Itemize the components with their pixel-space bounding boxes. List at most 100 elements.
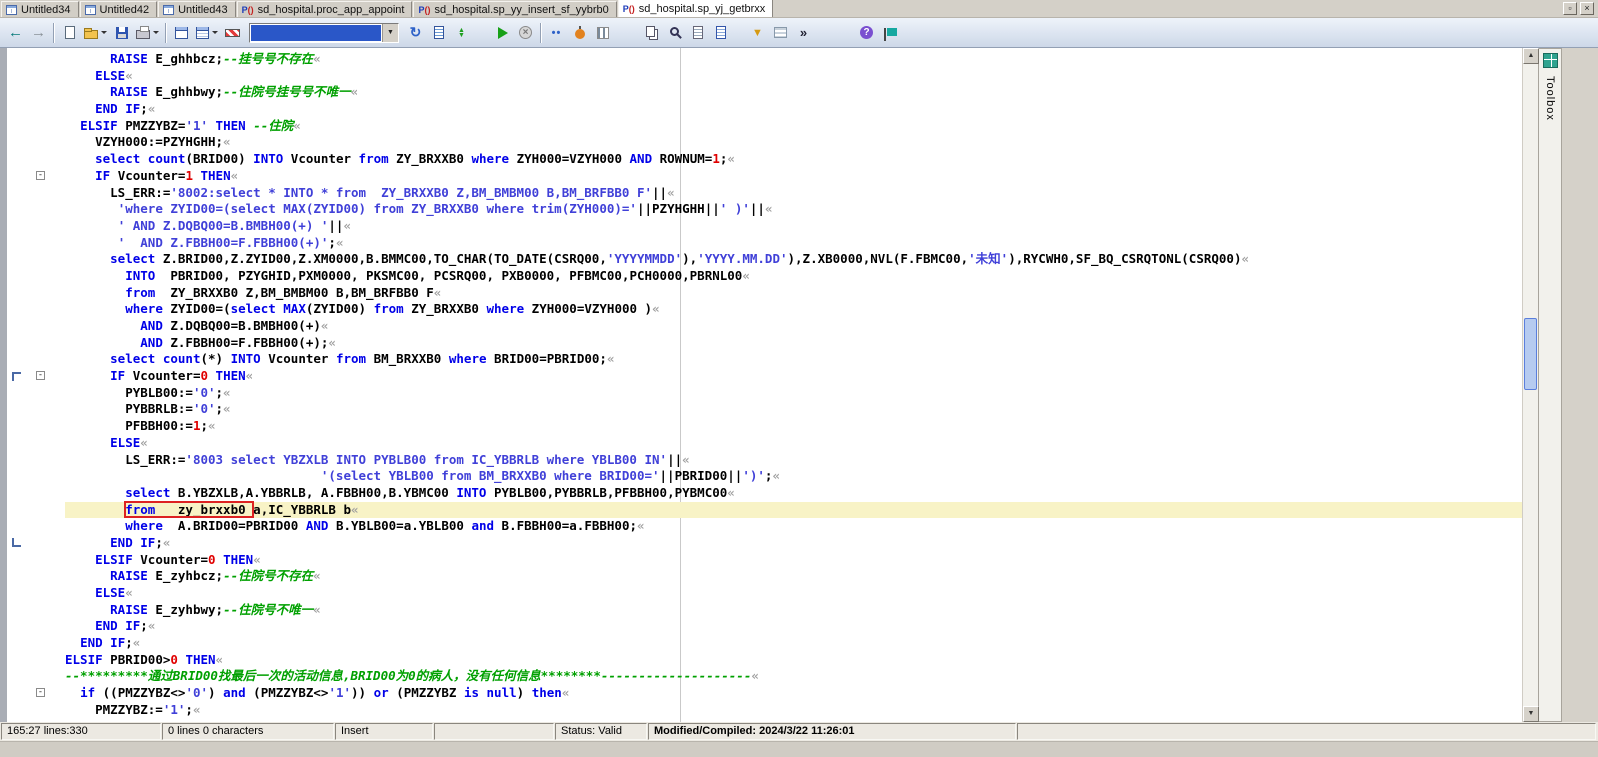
code-line[interactable]: END IF;« xyxy=(7,618,1522,635)
code-line[interactable]: LS_ERR:='8003 select YBZXLB INTO PYBLB00… xyxy=(7,452,1522,469)
code-line[interactable]: AND Z.DQBQ00=B.BMBH00(+)« xyxy=(7,318,1522,335)
current-code-line[interactable]: from zy_brxxb0 a,IC_YBBRLB b« xyxy=(7,500,1522,519)
code-line[interactable]: ' AND Z.DQBQ00=B.BMBH00(+) '||« xyxy=(7,218,1522,235)
fetch-all-button[interactable] xyxy=(769,22,792,44)
code-line[interactable]: - IF Vcounter=0 THEN« xyxy=(7,368,1522,385)
code-line[interactable]: select count(BRID00) INTO Vcounter from … xyxy=(7,151,1522,168)
code-line[interactable]: END IF;« xyxy=(7,535,1522,552)
code-line[interactable]: END IF;« xyxy=(7,101,1522,118)
code-line[interactable]: select Z.BRID00,Z.ZYID00,Z.XM0000,B.BMMC… xyxy=(7,251,1522,268)
code-line[interactable]: ELSE« xyxy=(7,435,1522,452)
statusbar-filler xyxy=(1017,723,1596,740)
code-line[interactable]: 'where ZYID00=(select MAX(ZYID00) from Z… xyxy=(7,201,1522,218)
code-line[interactable]: RAISE E_ghhbcz;--挂号号不存在« xyxy=(7,51,1522,68)
code-editor[interactable]: RAISE E_ghhbcz;--挂号号不存在« ELSE« RAISE E_g… xyxy=(7,48,1522,722)
code-line[interactable]: --*********通过BRID00找最后一次的活动信息,BRID00为0的病… xyxy=(7,668,1522,685)
code-line[interactable]: from ZY_BRXXB0 Z,BM_BMBM00 B,BM_BRFBB0 F… xyxy=(7,285,1522,302)
save-button[interactable] xyxy=(110,22,133,44)
code-line[interactable]: ' AND Z.FBBH00=F.FBBH00(+)';« xyxy=(7,235,1522,252)
breakpoint-button[interactable] xyxy=(545,22,568,44)
code-line[interactable]: select count(*) INTO Vcounter from BM_BR… xyxy=(7,351,1522,368)
auto-refresh-button[interactable] xyxy=(450,22,473,44)
code-token: E_zyhbwy; xyxy=(147,601,224,617)
code-line[interactable]: VZYH000:=PZYHGHH;« xyxy=(7,134,1522,151)
help-button[interactable] xyxy=(855,22,878,44)
code-token: INTO xyxy=(456,484,487,500)
abort-button[interactable] xyxy=(568,22,591,44)
sql-sheet-icon xyxy=(433,26,444,39)
sql-window-button[interactable] xyxy=(170,22,193,44)
fold-toggle-icon[interactable]: - xyxy=(36,371,45,381)
code-line-text: LS_ERR:='8003 select YBZXLB INTO PYBLB00… xyxy=(65,452,1522,469)
columns-button[interactable] xyxy=(591,22,614,44)
sql-sheet-button[interactable] xyxy=(427,22,450,44)
code-line[interactable]: ELSIF PMZZYBZ='1' THEN --住院« xyxy=(7,118,1522,135)
vertical-scrollbar[interactable]: ▲ ▼ xyxy=(1522,48,1539,722)
tab-Untitled34[interactable]: Untitled34 xyxy=(1,1,79,17)
code-line[interactable]: PMZZYBZ:='1';« xyxy=(7,702,1522,719)
tab-Untitled42[interactable]: Untitled42 xyxy=(79,1,158,17)
scroll-thumb[interactable] xyxy=(1524,318,1537,390)
code-line[interactable]: PYBLB00:='0';« xyxy=(7,385,1522,402)
code-line[interactable]: select B.YBZXLB,A.YBBRLB, A.FBBH00,B.YBM… xyxy=(7,485,1522,502)
fold-toggle-icon[interactable]: - xyxy=(36,688,45,698)
new-file-button[interactable] xyxy=(58,22,81,44)
code-line[interactable]: ELSE« xyxy=(7,585,1522,602)
code-line-text: select count(*) INTO Vcounter from BM_BR… xyxy=(65,351,1522,368)
code-line[interactable]: where A.BRID00=PBRID00 AND B.YBLB00=a.YB… xyxy=(7,518,1522,535)
describe-button[interactable] xyxy=(686,22,709,44)
code-line[interactable]: RAISE E_zyhbcz;--住院号不存在« xyxy=(7,568,1522,585)
more-commands-button[interactable] xyxy=(792,22,815,44)
code-line[interactable]: INTO PBRID00, PZYGHID,PXM0000, PKSMC00, … xyxy=(7,268,1522,285)
refresh-button[interactable] xyxy=(404,22,427,44)
window-list-button[interactable] xyxy=(193,22,221,44)
chevron-down-icon[interactable]: ▼ xyxy=(382,23,398,42)
back-button[interactable] xyxy=(4,22,27,44)
code-line[interactable]: LS_ERR:='8002:select * INTO * from ZY_BR… xyxy=(7,185,1522,202)
forward-icon xyxy=(31,24,46,41)
scroll-down-button[interactable]: ▼ xyxy=(1523,706,1539,722)
break-button[interactable] xyxy=(514,22,537,44)
copy-button[interactable] xyxy=(640,22,663,44)
forward-button[interactable] xyxy=(27,22,50,44)
fetch-next-button[interactable] xyxy=(746,22,769,44)
fold-toggle-icon[interactable]: - xyxy=(36,170,45,180)
code-line[interactable]: ELSE« xyxy=(7,68,1522,85)
code-line[interactable]: - if ((PMZZYBZ<>'0') and (PMZZYBZ<>'1'))… xyxy=(7,685,1522,702)
code-line[interactable]: PYBBRLB:='0';« xyxy=(7,401,1522,418)
tab-sd_hospital.proc_app_appoint[interactable]: P() sd_hospital.proc_app_appoint xyxy=(236,1,413,17)
print-button[interactable] xyxy=(133,22,162,44)
code-line[interactable]: AND Z.FBBH00=F.FBBH00(+);« xyxy=(7,335,1522,352)
toolbox-panel-tab[interactable]: Toolbox xyxy=(1538,48,1562,722)
restore-window-button[interactable]: ▫ xyxy=(1563,2,1577,15)
code-line[interactable]: RAISE E_ghhbwy;--住院号挂号号不唯一« xyxy=(7,84,1522,101)
code-token: || xyxy=(667,451,683,467)
tab-Untitled43[interactable]: Untitled43 xyxy=(158,1,236,17)
code-line[interactable]: ELSIF PBRID00>0 THEN« xyxy=(7,652,1522,669)
execute-button[interactable] xyxy=(491,22,514,44)
no-connection-button[interactable] xyxy=(221,22,244,44)
search-button[interactable] xyxy=(663,22,686,44)
gutter-marker-cell xyxy=(7,668,29,685)
code-line[interactable]: ELSIF Vcounter=0 THEN« xyxy=(7,552,1522,569)
code-line[interactable]: END IF;« xyxy=(7,635,1522,652)
tab-sd_hospital.sp_yy_insert_sf_yybrb0[interactable]: P() sd_hospital.sp_yy_insert_sf_yybrb0 xyxy=(413,1,617,17)
code-line[interactable]: PFBBH00:=1;« xyxy=(7,418,1522,435)
tab-sd_hospital.sp_yj_getbrxx[interactable]: P() sd_hospital.sp_yj_getbrxx xyxy=(617,0,774,17)
explain-button[interactable] xyxy=(709,22,732,44)
beautifier-button[interactable] xyxy=(878,22,901,44)
code-line[interactable]: RAISE E_zyhbwy;--住院号不唯一« xyxy=(7,602,1522,619)
code-line[interactable]: '(select YBLB00 from BM_BRXXB0 where BRI… xyxy=(7,468,1522,485)
code-line[interactable]: - IF Vcounter=1 THEN« xyxy=(7,168,1522,185)
open-file-button[interactable] xyxy=(81,22,110,44)
close-window-button[interactable]: × xyxy=(1580,2,1594,15)
connection-select[interactable]: ▼ xyxy=(249,22,399,43)
scroll-up-button[interactable]: ▲ xyxy=(1523,48,1539,64)
gutter-marker-cell xyxy=(7,618,29,635)
code-line[interactable]: where ZYID00=(select MAX(ZYID00) from ZY… xyxy=(7,301,1522,318)
code-token: ; xyxy=(215,401,224,417)
